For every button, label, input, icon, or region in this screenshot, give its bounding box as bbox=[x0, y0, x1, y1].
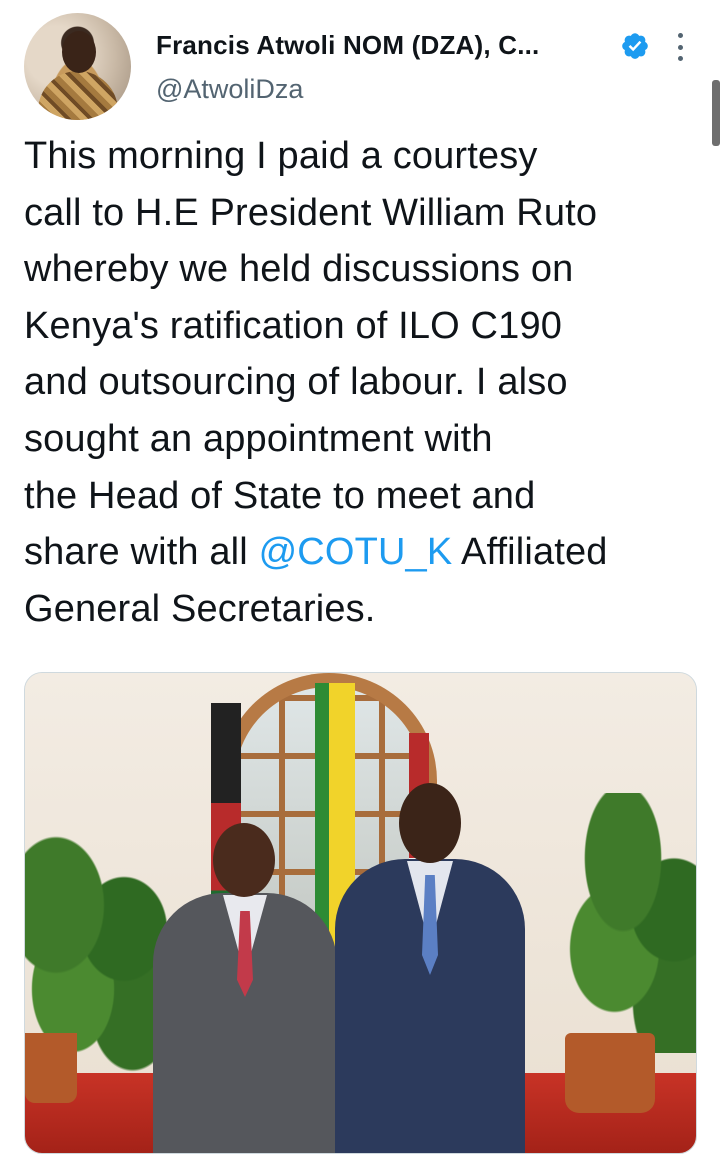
tweet-line: Kenya's ratification of ILO C190 bbox=[24, 304, 563, 347]
photo-person-head bbox=[213, 823, 275, 897]
tweet-line: sought an appointment with bbox=[24, 417, 493, 460]
tweet-line: and outsourcing of labour. I also bbox=[24, 361, 568, 404]
avatar-clothing bbox=[38, 71, 118, 120]
tweet-header: Francis Atwoli NOM (DZA), C... @AtwoliDz… bbox=[0, 0, 720, 120]
tweet-text-segment: share with all bbox=[24, 531, 259, 574]
photo-plant-pot bbox=[565, 1033, 655, 1113]
tweet-line-with-mention: share with all @COTU_K Affiliated bbox=[24, 524, 704, 581]
author-handle[interactable]: @AtwoliDza bbox=[156, 74, 303, 105]
scrollbar[interactable] bbox=[712, 80, 720, 146]
photo-person bbox=[335, 783, 525, 1153]
verified-badge-icon bbox=[622, 33, 648, 59]
more-dot bbox=[677, 44, 683, 50]
avatar-face bbox=[62, 31, 96, 73]
tweet-text-segment: Affiliated bbox=[452, 531, 608, 574]
more-dot bbox=[677, 33, 683, 38]
tweet-line: General Secretaries. bbox=[24, 587, 376, 630]
photo-person bbox=[153, 823, 337, 1153]
tweet-photo[interactable] bbox=[24, 672, 697, 1154]
photo-plant bbox=[555, 793, 696, 1053]
tweet-line: whereby we held discussions on bbox=[24, 248, 574, 291]
tweet-line: the Head of State to meet and bbox=[24, 474, 536, 517]
more-options-icon[interactable] bbox=[670, 30, 690, 64]
more-dot bbox=[677, 56, 683, 61]
mention-link[interactable]: @COTU_K bbox=[259, 531, 453, 573]
author-display-name[interactable]: Francis Atwoli NOM (DZA), C... bbox=[156, 30, 539, 61]
tweet-line: call to H.E President William Ruto bbox=[24, 191, 598, 234]
photo-plant-pot bbox=[25, 1033, 77, 1103]
tweet-line: This morning I paid a courtesy bbox=[24, 135, 538, 177]
avatar[interactable] bbox=[24, 13, 131, 120]
photo-person-head bbox=[399, 783, 461, 863]
tweet-text: This morning I paid a courtesy call to H… bbox=[24, 128, 704, 637]
